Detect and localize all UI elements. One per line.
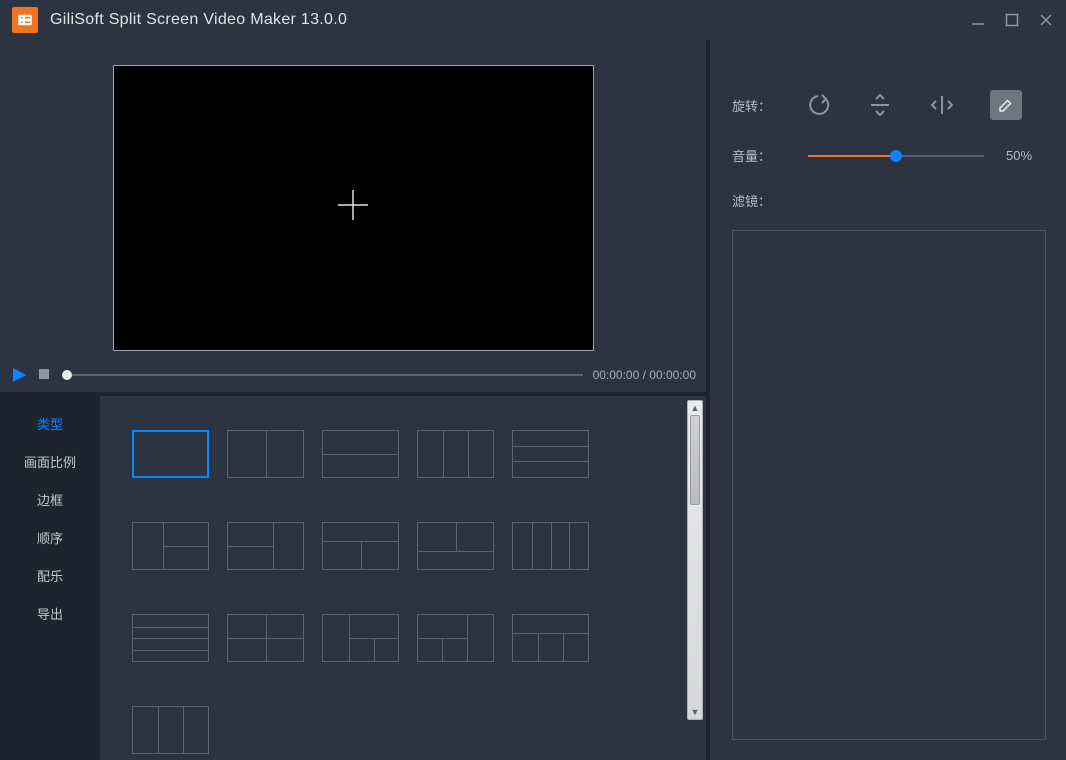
scroll-thumb[interactable] [690, 415, 700, 505]
volume-label: 音量： [732, 146, 776, 165]
flip-horizontal-button[interactable] [928, 91, 956, 119]
close-button[interactable] [1038, 12, 1054, 28]
nav-music[interactable]: 配乐 [0, 556, 100, 594]
template-scrollbar[interactable]: ▲ ▼ [687, 400, 703, 720]
app-title: GiliSoft Split Screen Video Maker 13.0.0 [50, 11, 970, 29]
seek-slider[interactable] [62, 374, 583, 376]
template-item[interactable] [322, 522, 399, 570]
template-item[interactable] [132, 614, 209, 662]
window-controls [970, 12, 1054, 28]
maximize-button[interactable] [1004, 12, 1020, 28]
app-logo-icon [12, 7, 38, 33]
nav-border[interactable]: 边框 [0, 480, 100, 518]
template-item[interactable] [227, 522, 304, 570]
stop-button[interactable] [38, 368, 52, 382]
filter-list[interactable] [732, 230, 1046, 740]
template-item[interactable] [512, 522, 589, 570]
filter-row: 滤镜： [732, 191, 1046, 210]
right-panel: 旋转： 音量： 50% 滤镜： [706, 40, 1066, 760]
scroll-down-icon[interactable]: ▼ [688, 705, 702, 719]
template-item[interactable] [417, 614, 494, 662]
nav-aspect-ratio[interactable]: 画面比例 [0, 442, 100, 480]
template-item[interactable] [132, 706, 209, 754]
preview-canvas[interactable] [113, 65, 594, 351]
time-display: 00:00:00 / 00:00:00 [593, 368, 696, 382]
nav-type[interactable]: 类型 [0, 404, 100, 442]
template-item[interactable] [322, 430, 399, 478]
flip-vertical-button[interactable] [866, 91, 894, 119]
seek-handle[interactable] [62, 370, 72, 380]
template-grid: ▲ ▼ [100, 396, 706, 760]
template-item[interactable] [322, 614, 399, 662]
nav-export[interactable]: 导出 [0, 594, 100, 632]
volume-value: 50% [1006, 148, 1046, 163]
template-item[interactable] [132, 430, 209, 478]
scroll-up-icon[interactable]: ▲ [688, 401, 702, 415]
add-media-icon [332, 184, 374, 233]
title-bar: GiliSoft Split Screen Video Maker 13.0.0 [0, 0, 1066, 40]
play-button[interactable] [10, 366, 28, 384]
side-nav: 类型 画面比例 边框 顺序 配乐 导出 [0, 396, 100, 760]
rotate-cw-button[interactable] [804, 91, 832, 119]
template-item[interactable] [227, 614, 304, 662]
player-bar: 00:00:00 / 00:00:00 [0, 358, 706, 392]
minimize-button[interactable] [970, 12, 986, 28]
template-item[interactable] [417, 522, 494, 570]
volume-slider[interactable] [808, 155, 984, 157]
volume-row: 音量： 50% [732, 146, 1046, 165]
template-item[interactable] [132, 522, 209, 570]
rotate-label: 旋转： [732, 96, 776, 115]
template-item[interactable] [417, 430, 494, 478]
nav-order[interactable]: 顺序 [0, 518, 100, 556]
filter-label: 滤镜： [732, 191, 776, 210]
crop-edit-button[interactable] [990, 90, 1022, 120]
template-item[interactable] [512, 430, 589, 478]
template-item[interactable] [227, 430, 304, 478]
rotate-row: 旋转： [732, 90, 1046, 120]
volume-handle[interactable] [890, 150, 902, 162]
preview-area [0, 40, 706, 358]
template-item[interactable] [512, 614, 589, 662]
